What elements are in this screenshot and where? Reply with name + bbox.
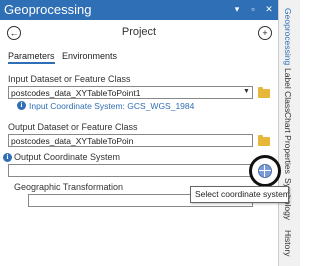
chevron-down-icon[interactable]: ▼ <box>243 88 250 95</box>
folder-icon[interactable] <box>258 135 270 146</box>
sidebar-tab-history[interactable]: History <box>283 230 293 256</box>
nav-row: ← Project + <box>0 24 278 42</box>
info-icon: i <box>17 101 26 110</box>
right-sidebar: Geoprocessing Label Class Chart Properti… <box>278 0 300 266</box>
select-coordinate-system-button[interactable] <box>249 155 281 187</box>
geographic-transformation-label: Geographic Transformation <box>14 182 124 192</box>
globe-icon <box>258 164 272 178</box>
sidebar-tab-chart-properties[interactable]: Chart Properties <box>283 112 293 174</box>
output-coordinate-system-label: Output Coordinate System <box>14 152 121 162</box>
output-dataset-label: Output Dataset or Feature Class <box>8 122 138 132</box>
title-bar-controls: ▾ ▫ ✕ <box>232 3 274 15</box>
restore-icon[interactable]: ▫ <box>248 3 258 15</box>
geoprocessing-pane: Geoprocessing ▾ ▫ ✕ ← Project + Paramete… <box>0 0 278 266</box>
tool-title: Project <box>121 26 157 38</box>
output-coordinate-system-field[interactable] <box>8 164 253 177</box>
title-bar: Geoprocessing ▾ ▫ ✕ <box>0 0 278 20</box>
info-icon: i <box>3 153 12 162</box>
sidebar-tab-label-class[interactable]: Label Class <box>283 68 293 112</box>
input-dataset-label: Input Dataset or Feature Class <box>8 74 131 84</box>
pin-icon[interactable]: ▾ <box>232 3 242 15</box>
folder-icon[interactable] <box>258 87 270 98</box>
input-dataset-value: postcodes_data_XYTableToPoint1 <box>11 88 141 98</box>
add-icon[interactable]: + <box>258 26 272 40</box>
close-icon[interactable]: ✕ <box>264 3 274 15</box>
pane-title: Geoprocessing <box>4 2 92 17</box>
tab-environments[interactable]: Environments <box>62 51 117 61</box>
output-dataset-value: postcodes_data_XYTableToPoin <box>11 136 134 146</box>
sidebar-tab-geoprocessing[interactable]: Geoprocessing <box>283 8 293 65</box>
tooltip: Select coordinate system <box>190 186 289 203</box>
output-dataset-field[interactable]: postcodes_data_XYTableToPoin <box>8 134 253 147</box>
input-dataset-dropdown[interactable]: postcodes_data_XYTableToPoint1 <box>8 86 253 99</box>
tab-parameters[interactable]: Parameters <box>8 51 55 64</box>
input-coordinate-system: Input Coordinate System: GCS_WGS_1984 <box>29 101 195 111</box>
